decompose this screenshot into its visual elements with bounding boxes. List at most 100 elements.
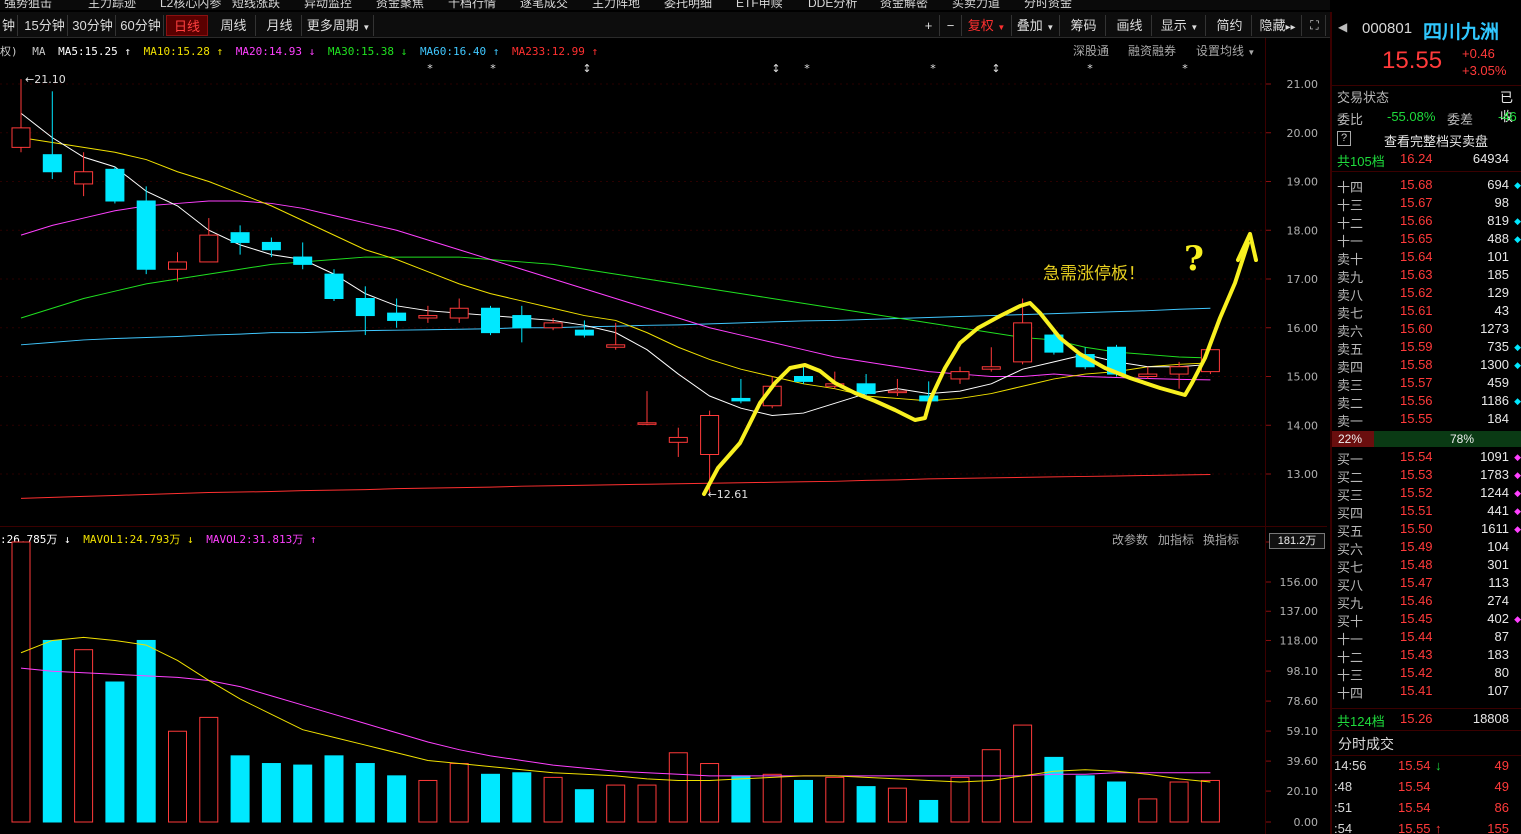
- tab-1min[interactable]: 钟: [0, 15, 18, 36]
- candle-up: [11, 127, 31, 148]
- overlay-button[interactable]: 叠加 ▼: [1012, 15, 1060, 36]
- fullscreen-icon[interactable]: ⛶: [1304, 15, 1326, 36]
- sell-row[interactable]: 卖八 15.62 129: [1332, 285, 1521, 303]
- tab-60min[interactable]: 60分钟: [118, 15, 164, 36]
- sell-row[interactable]: 卖七 15.61 43: [1332, 303, 1521, 321]
- zoom-in-button[interactable]: +: [918, 15, 940, 36]
- adjust-button[interactable]: 复权 ▼: [962, 15, 1012, 36]
- buy-row[interactable]: 买一 15.54 1091 ◆: [1332, 449, 1521, 467]
- buy-row[interactable]: 十一 15.44 87: [1332, 629, 1521, 647]
- sell-volume: 735: [1487, 339, 1509, 354]
- tab-weekly[interactable]: 周线: [212, 15, 256, 36]
- nav-item[interactable]: 异动监控: [304, 0, 352, 10]
- hide-button[interactable]: 隐藏▸▸: [1254, 15, 1302, 36]
- sell-row[interactable]: 十二 15.66 819 ◆: [1332, 213, 1521, 231]
- volume-tick-label: 78.60: [1287, 695, 1319, 708]
- volume-bar-down: [293, 764, 313, 823]
- sell-row[interactable]: 卖十 15.64 101: [1332, 249, 1521, 267]
- nav-item[interactable]: DDE分析: [808, 0, 857, 10]
- buy-price: 15.47: [1400, 575, 1433, 590]
- nav-item[interactable]: 主力踪迹: [88, 0, 136, 10]
- tab-monthly[interactable]: 月线: [258, 15, 302, 36]
- buy-row[interactable]: 十三 15.42 80: [1332, 665, 1521, 683]
- sell-row[interactable]: 卖五 15.59 735 ◆: [1332, 339, 1521, 357]
- buy-total-row: 共124档 15.26 18808: [1332, 711, 1521, 729]
- sell-row[interactable]: 卖三 15.57 459: [1332, 375, 1521, 393]
- panel-divider: [1332, 708, 1521, 709]
- last-price: 15.55: [1382, 47, 1443, 74]
- volume-bar-down: [355, 763, 375, 823]
- sell-total-row: 共105档 16.24 64934: [1332, 151, 1521, 169]
- nav-item[interactable]: 强势狙击: [4, 0, 52, 10]
- nav-item[interactable]: 资金解密: [880, 0, 928, 10]
- sell-row[interactable]: 卖二 15.56 1186 ◆: [1332, 393, 1521, 411]
- candle-up: [449, 307, 469, 319]
- price-tick-label: 15.00: [1287, 371, 1319, 384]
- buy-level-label: 十四: [1337, 686, 1364, 701]
- candle-down: [794, 376, 813, 382]
- sell-row[interactable]: 十一 15.65 488 ◆: [1332, 231, 1521, 249]
- candle-up: [168, 261, 187, 270]
- nav-item[interactable]: 委托明细: [664, 0, 712, 10]
- buy-row[interactable]: 买四 15.51 441 ◆: [1332, 503, 1521, 521]
- sell-row[interactable]: 卖四 15.58 1300 ◆: [1332, 357, 1521, 375]
- kline-chart[interactable]: 权) MA MA5:15.25 ↑ MA10:15.28 ↑ MA20:14.9…: [0, 38, 1265, 526]
- tab-15min[interactable]: 15分钟: [22, 15, 68, 36]
- tab-30min[interactable]: 30分钟: [70, 15, 116, 36]
- full-book-link[interactable]: 查看完整档买卖盘: [1384, 131, 1488, 150]
- full-book-row[interactable]: ? 查看完整档买卖盘: [1332, 131, 1521, 149]
- buy-row[interactable]: 买八 15.47 113: [1332, 575, 1521, 593]
- nav-item[interactable]: ETF申赎: [736, 0, 783, 10]
- nav-item[interactable]: 分时资金: [1024, 0, 1072, 10]
- volume-tick-label: 39.60: [1287, 755, 1319, 768]
- tab-daily[interactable]: 日线: [166, 15, 208, 36]
- nav-item[interactable]: 买卖力道: [952, 0, 1000, 10]
- zoom-out-button[interactable]: −: [940, 15, 962, 36]
- buy-row[interactable]: 买七 15.48 301: [1332, 557, 1521, 575]
- candle-up: [1013, 322, 1033, 363]
- draw-line-button[interactable]: 画线: [1108, 15, 1152, 36]
- ticks-title[interactable]: 分时成交: [1338, 734, 1394, 754]
- nav-item[interactable]: L2核心内参: [160, 0, 221, 10]
- volume-chart[interactable]: :26.785万 ↓ MAVOL1:24.793万 ↓ MAVOL2:31.81…: [0, 527, 1265, 834]
- nav-item[interactable]: 主力阵地: [592, 0, 640, 10]
- nav-item[interactable]: 资金聚焦: [376, 0, 424, 10]
- hand-drawn-trend: [702, 241, 1250, 496]
- nav-item[interactable]: 十档行情: [448, 0, 496, 10]
- nav-item[interactable]: 短线涨跌: [232, 0, 280, 10]
- buy-row[interactable]: 买十 15.45 402 ◆: [1332, 611, 1521, 629]
- price-tick-label: 13.00: [1287, 468, 1319, 481]
- sell-row[interactable]: 十四 15.68 694 ◆: [1332, 177, 1521, 195]
- tick-volume: 155: [1487, 821, 1509, 834]
- buy-row[interactable]: 买二 15.53 1783 ◆: [1332, 467, 1521, 485]
- nav-item[interactable]: 逐笔成交: [520, 0, 568, 10]
- candle-up: [74, 171, 94, 185]
- sell-row[interactable]: 卖九 15.63 185: [1332, 267, 1521, 285]
- buy-row[interactable]: 十二 15.43 183: [1332, 647, 1521, 665]
- buy-row[interactable]: 买三 15.52 1244 ◆: [1332, 485, 1521, 503]
- sell-total-price: 16.24: [1400, 151, 1433, 166]
- sell-row[interactable]: 十三 15.67 98: [1332, 195, 1521, 213]
- change-value: +0.46: [1462, 46, 1495, 61]
- buy-row[interactable]: 买六 15.49 104: [1332, 539, 1521, 557]
- status-label: 交易状态: [1337, 90, 1390, 105]
- help-icon[interactable]: ?: [1337, 131, 1351, 146]
- tab-more-periods[interactable]: 更多周期 ▼: [304, 15, 374, 36]
- tick-volume: 49: [1494, 758, 1509, 773]
- display-button[interactable]: 显示 ▼: [1154, 15, 1206, 36]
- buy-row[interactable]: 买五 15.50 1611 ◆: [1332, 521, 1521, 539]
- simple-button[interactable]: 简约: [1208, 15, 1252, 36]
- volume-tick-label: 137.00: [1280, 605, 1319, 618]
- sell-row[interactable]: 卖六 15.60 1273: [1332, 321, 1521, 339]
- chips-button[interactable]: 筹码: [1062, 15, 1106, 36]
- sell-row[interactable]: 卖一 15.55 184: [1332, 411, 1521, 429]
- volume-bar-up: [449, 763, 469, 823]
- price-tick-label: 14.00: [1287, 419, 1319, 432]
- tick-row: :54 15.55 ↑ 155: [1332, 821, 1521, 834]
- buy-row[interactable]: 十四 15.41 107: [1332, 683, 1521, 701]
- buy-row[interactable]: 买九 15.46 274: [1332, 593, 1521, 611]
- tick-time: :48: [1334, 779, 1353, 794]
- collapse-icon[interactable]: ◀: [1338, 20, 1347, 34]
- chevron-down-icon: ▼: [1046, 23, 1055, 32]
- event-marker: *: [804, 62, 810, 75]
